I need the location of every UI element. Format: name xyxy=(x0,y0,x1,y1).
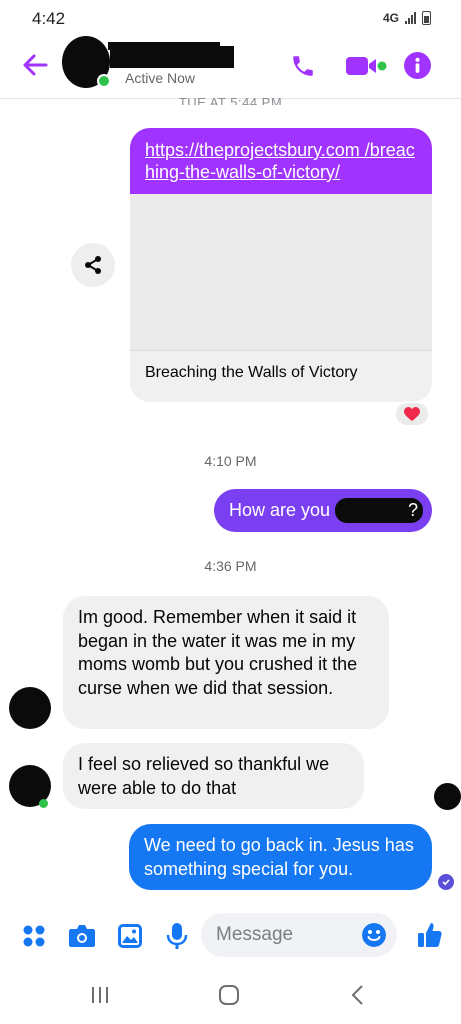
message-text: I feel so relieved so thankful we were a… xyxy=(78,754,330,798)
link-title[interactable]: Breaching the Walls of Victory xyxy=(130,351,432,402)
message-composer xyxy=(0,910,461,962)
active-status: Active Now xyxy=(125,70,196,86)
timestamp: 4:10 PM xyxy=(204,453,257,469)
link-url[interactable]: https://theprojectsbury.com /breaching-t… xyxy=(145,139,418,183)
seen-avatar xyxy=(434,783,461,810)
status-time: 4:42 xyxy=(32,9,66,28)
link-url-box[interactable]: https://theprojectsbury.com /breaching-t… xyxy=(130,128,432,194)
incoming-message-bubble[interactable]: I feel so relieved so thankful we were a… xyxy=(63,743,364,809)
gallery-icon[interactable] xyxy=(117,923,143,949)
info-icon[interactable] xyxy=(404,52,431,79)
emoji-icon[interactable] xyxy=(362,923,386,947)
link-preview-image[interactable] xyxy=(130,194,432,351)
delivered-check-icon xyxy=(438,874,454,890)
system-nav-bar xyxy=(0,966,461,1024)
message-text: We need to go back in. Jesus has somethi… xyxy=(144,835,414,879)
menu-dots-icon[interactable] xyxy=(22,924,46,948)
back-arrow-icon[interactable] xyxy=(20,50,50,80)
recent-apps-icon[interactable] xyxy=(90,986,110,1004)
link-preview-card[interactable]: https://theprojectsbury.com /breaching-t… xyxy=(130,128,432,402)
phone-icon[interactable] xyxy=(290,53,316,79)
network-label: 4G xyxy=(382,11,399,25)
outgoing-message-bubble[interactable]: How are you ? xyxy=(214,489,432,532)
status-bar: 4:42 4G xyxy=(0,0,461,36)
timestamp-top: TUE AT 5:44 PM xyxy=(178,95,283,105)
microphone-icon[interactable] xyxy=(166,922,188,950)
share-icon xyxy=(85,256,101,274)
conversation-header: Active Now xyxy=(0,36,461,98)
camera-icon[interactable] xyxy=(68,923,96,949)
online-indicator xyxy=(97,74,111,88)
home-icon[interactable] xyxy=(218,984,240,1006)
signal-icon xyxy=(405,12,416,24)
thumbs-up-icon[interactable] xyxy=(417,921,443,949)
redacted-name-block[interactable] xyxy=(110,46,234,68)
message-input[interactable] xyxy=(216,913,356,957)
timestamp: 4:36 PM xyxy=(204,558,257,574)
video-call-icon[interactable] xyxy=(345,55,387,77)
reaction-badge[interactable] xyxy=(394,401,430,427)
share-button[interactable] xyxy=(71,243,115,287)
message-text: How are you xyxy=(229,500,331,520)
status-icons: 4G xyxy=(383,11,431,25)
system-back-icon[interactable] xyxy=(350,984,366,1006)
message-input-box[interactable] xyxy=(201,913,397,957)
online-indicator xyxy=(39,799,48,808)
battery-icon xyxy=(422,11,431,25)
heart-icon xyxy=(404,406,420,421)
incoming-message-bubble[interactable]: Im good. Remember when it said it began … xyxy=(63,596,389,729)
sender-avatar[interactable] xyxy=(9,687,51,729)
message-text: Im good. Remember when it said it began … xyxy=(78,607,358,698)
outgoing-message-bubble[interactable]: We need to go back in. Jesus has somethi… xyxy=(129,824,432,890)
message-text-tail: ? xyxy=(408,500,419,520)
